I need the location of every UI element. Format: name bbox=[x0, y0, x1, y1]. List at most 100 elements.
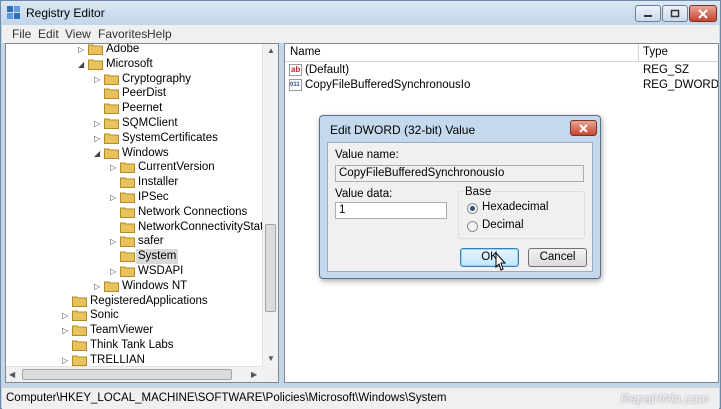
registry-editor-window: Registry Editor File Edit View Favorites… bbox=[0, 0, 721, 409]
folder-icon bbox=[72, 309, 87, 322]
collapse-icon[interactable]: ◢ bbox=[94, 149, 100, 158]
folder-icon bbox=[72, 339, 87, 351]
expand-icon[interactable]: ▷ bbox=[62, 326, 68, 335]
tree-item-label: RegisteredApplications bbox=[90, 294, 208, 307]
folder-icon bbox=[104, 73, 119, 85]
folder-icon bbox=[72, 354, 87, 366]
tree-item-label: Sonic bbox=[90, 309, 119, 322]
folder-icon bbox=[104, 280, 119, 292]
tree-item-label: NetworkConnectivityStatusIn bbox=[138, 220, 279, 233]
tree-item-label: IPSec bbox=[138, 191, 169, 203]
edit-dword-dialog: Edit DWORD (32-bit) Value Value name: Co… bbox=[319, 115, 601, 279]
tree-horizontal-scrollbar[interactable]: ◀ ▶ bbox=[6, 366, 263, 382]
tree-item-label: WSDAPI bbox=[138, 265, 184, 277]
tree-item-label: TeamViewer bbox=[90, 324, 154, 337]
tree-item-label: Windows NT bbox=[122, 279, 188, 292]
folder-icon bbox=[120, 161, 135, 174]
tree-item-label: Cryptography bbox=[122, 72, 192, 85]
tree-item-label: CurrentVersion bbox=[138, 161, 215, 174]
expand-icon[interactable]: ▷ bbox=[94, 134, 100, 143]
value-name: (Default) bbox=[305, 64, 350, 76]
tree-item-label: System bbox=[136, 249, 179, 265]
tree-vertical-thumb[interactable] bbox=[265, 224, 276, 312]
tree-item-label: Adobe bbox=[106, 43, 140, 55]
cancel-button[interactable]: Cancel bbox=[528, 248, 587, 267]
folder-icon bbox=[120, 221, 135, 233]
hexadecimal-radio[interactable] bbox=[467, 203, 478, 214]
list-item[interactable]: ab (Default) REG_SZ bbox=[285, 63, 718, 78]
decimal-radio[interactable] bbox=[467, 221, 478, 232]
title-bar[interactable]: Registry Editor bbox=[1, 1, 720, 25]
status-bar: Computer\HKEY_LOCAL_MACHINE\SOFTWARE\Pol… bbox=[2, 387, 719, 409]
registry-editor-icon bbox=[7, 6, 20, 19]
close-button[interactable] bbox=[689, 5, 717, 22]
menu-edit[interactable]: Edit bbox=[38, 27, 59, 41]
folder-icon bbox=[120, 191, 135, 203]
folder-icon bbox=[104, 87, 119, 100]
folder-icon bbox=[120, 176, 135, 189]
folder-icon bbox=[88, 58, 103, 70]
tree-item-label: Network Connections bbox=[138, 205, 248, 218]
expand-icon[interactable]: ▷ bbox=[78, 45, 84, 54]
column-name-header[interactable]: Name bbox=[290, 46, 321, 58]
folder-icon bbox=[104, 117, 119, 129]
minimize-icon bbox=[644, 14, 652, 17]
folder-icon bbox=[88, 44, 103, 55]
value-name-field[interactable]: CopyFileBufferedSynchronousIo bbox=[335, 165, 584, 182]
tree-item-label: Microsoft bbox=[106, 57, 153, 70]
expand-icon[interactable]: ▷ bbox=[110, 193, 116, 202]
ok-button[interactable]: OK bbox=[460, 248, 519, 267]
tree-item-label: Peernet bbox=[122, 102, 163, 115]
folder-icon bbox=[120, 265, 135, 277]
expand-icon[interactable]: ▷ bbox=[110, 237, 116, 246]
column-type-header[interactable]: Type bbox=[643, 46, 668, 58]
decimal-label[interactable]: Decimal bbox=[482, 219, 524, 231]
expand-icon[interactable]: ▷ bbox=[62, 356, 68, 365]
value-data-label: Value data: bbox=[335, 188, 393, 200]
scroll-left-icon[interactable]: ◀ bbox=[9, 370, 15, 379]
menu-help[interactable]: Help bbox=[147, 27, 172, 41]
value-data-input[interactable]: 1 bbox=[335, 202, 447, 219]
menu-view[interactable]: View bbox=[65, 27, 91, 41]
menu-bar: File Edit View Favorites Help bbox=[2, 25, 719, 43]
tree-vertical-scrollbar[interactable]: ▲ ▼ bbox=[262, 44, 278, 367]
folder-icon bbox=[104, 147, 119, 159]
scroll-corner bbox=[263, 367, 278, 382]
maximize-button[interactable] bbox=[662, 5, 688, 22]
folder-icon bbox=[72, 324, 87, 337]
dialog-body: Value name: CopyFileBufferedSynchronousI… bbox=[327, 142, 593, 272]
expand-icon[interactable]: ▷ bbox=[94, 119, 100, 128]
watermark: RepairWin.com bbox=[620, 391, 709, 406]
folder-icon bbox=[104, 132, 119, 144]
registry-tree[interactable]: ▷ Adobe ◢ Microsoft ▷ Cryptography PeerDist Pee… bbox=[5, 43, 279, 383]
menu-favorites[interactable]: Favorites bbox=[98, 27, 147, 41]
binary-value-icon: 011 bbox=[289, 79, 302, 91]
list-item[interactable]: 011 CopyFileBufferedSynchronousIo REG_DW… bbox=[285, 78, 718, 93]
tree-item-label: safer bbox=[138, 235, 164, 248]
value-name-label: Value name: bbox=[335, 149, 399, 161]
expand-icon[interactable]: ▷ bbox=[94, 75, 100, 84]
dialog-title: Edit DWORD (32-bit) Value bbox=[330, 123, 476, 137]
menu-file[interactable]: File bbox=[12, 27, 31, 41]
expand-icon[interactable]: ▷ bbox=[62, 311, 68, 320]
expand-icon[interactable]: ▷ bbox=[110, 267, 116, 276]
scroll-right-icon[interactable]: ▶ bbox=[251, 370, 257, 379]
expand-icon[interactable]: ▷ bbox=[94, 282, 100, 291]
scroll-up-icon[interactable]: ▲ bbox=[267, 46, 275, 55]
folder-icon bbox=[120, 206, 135, 218]
expand-icon[interactable]: ▷ bbox=[110, 163, 116, 172]
hexadecimal-label[interactable]: Hexadecimal bbox=[482, 201, 548, 213]
scroll-down-icon[interactable]: ▼ bbox=[267, 354, 275, 363]
tree-item-label: Windows bbox=[122, 146, 169, 159]
tree-item-label: PeerDist bbox=[122, 87, 167, 100]
base-label: Base bbox=[463, 186, 494, 198]
collapse-icon[interactable]: ◢ bbox=[78, 60, 84, 69]
maximize-icon bbox=[670, 9, 680, 18]
tree-horizontal-thumb[interactable] bbox=[22, 369, 232, 380]
string-value-icon: ab bbox=[289, 64, 302, 76]
minimize-button[interactable] bbox=[635, 5, 661, 22]
column-separator[interactable] bbox=[638, 44, 639, 61]
folder-icon bbox=[72, 295, 87, 307]
folder-icon bbox=[120, 250, 135, 263]
dialog-close-button[interactable] bbox=[570, 120, 597, 136]
